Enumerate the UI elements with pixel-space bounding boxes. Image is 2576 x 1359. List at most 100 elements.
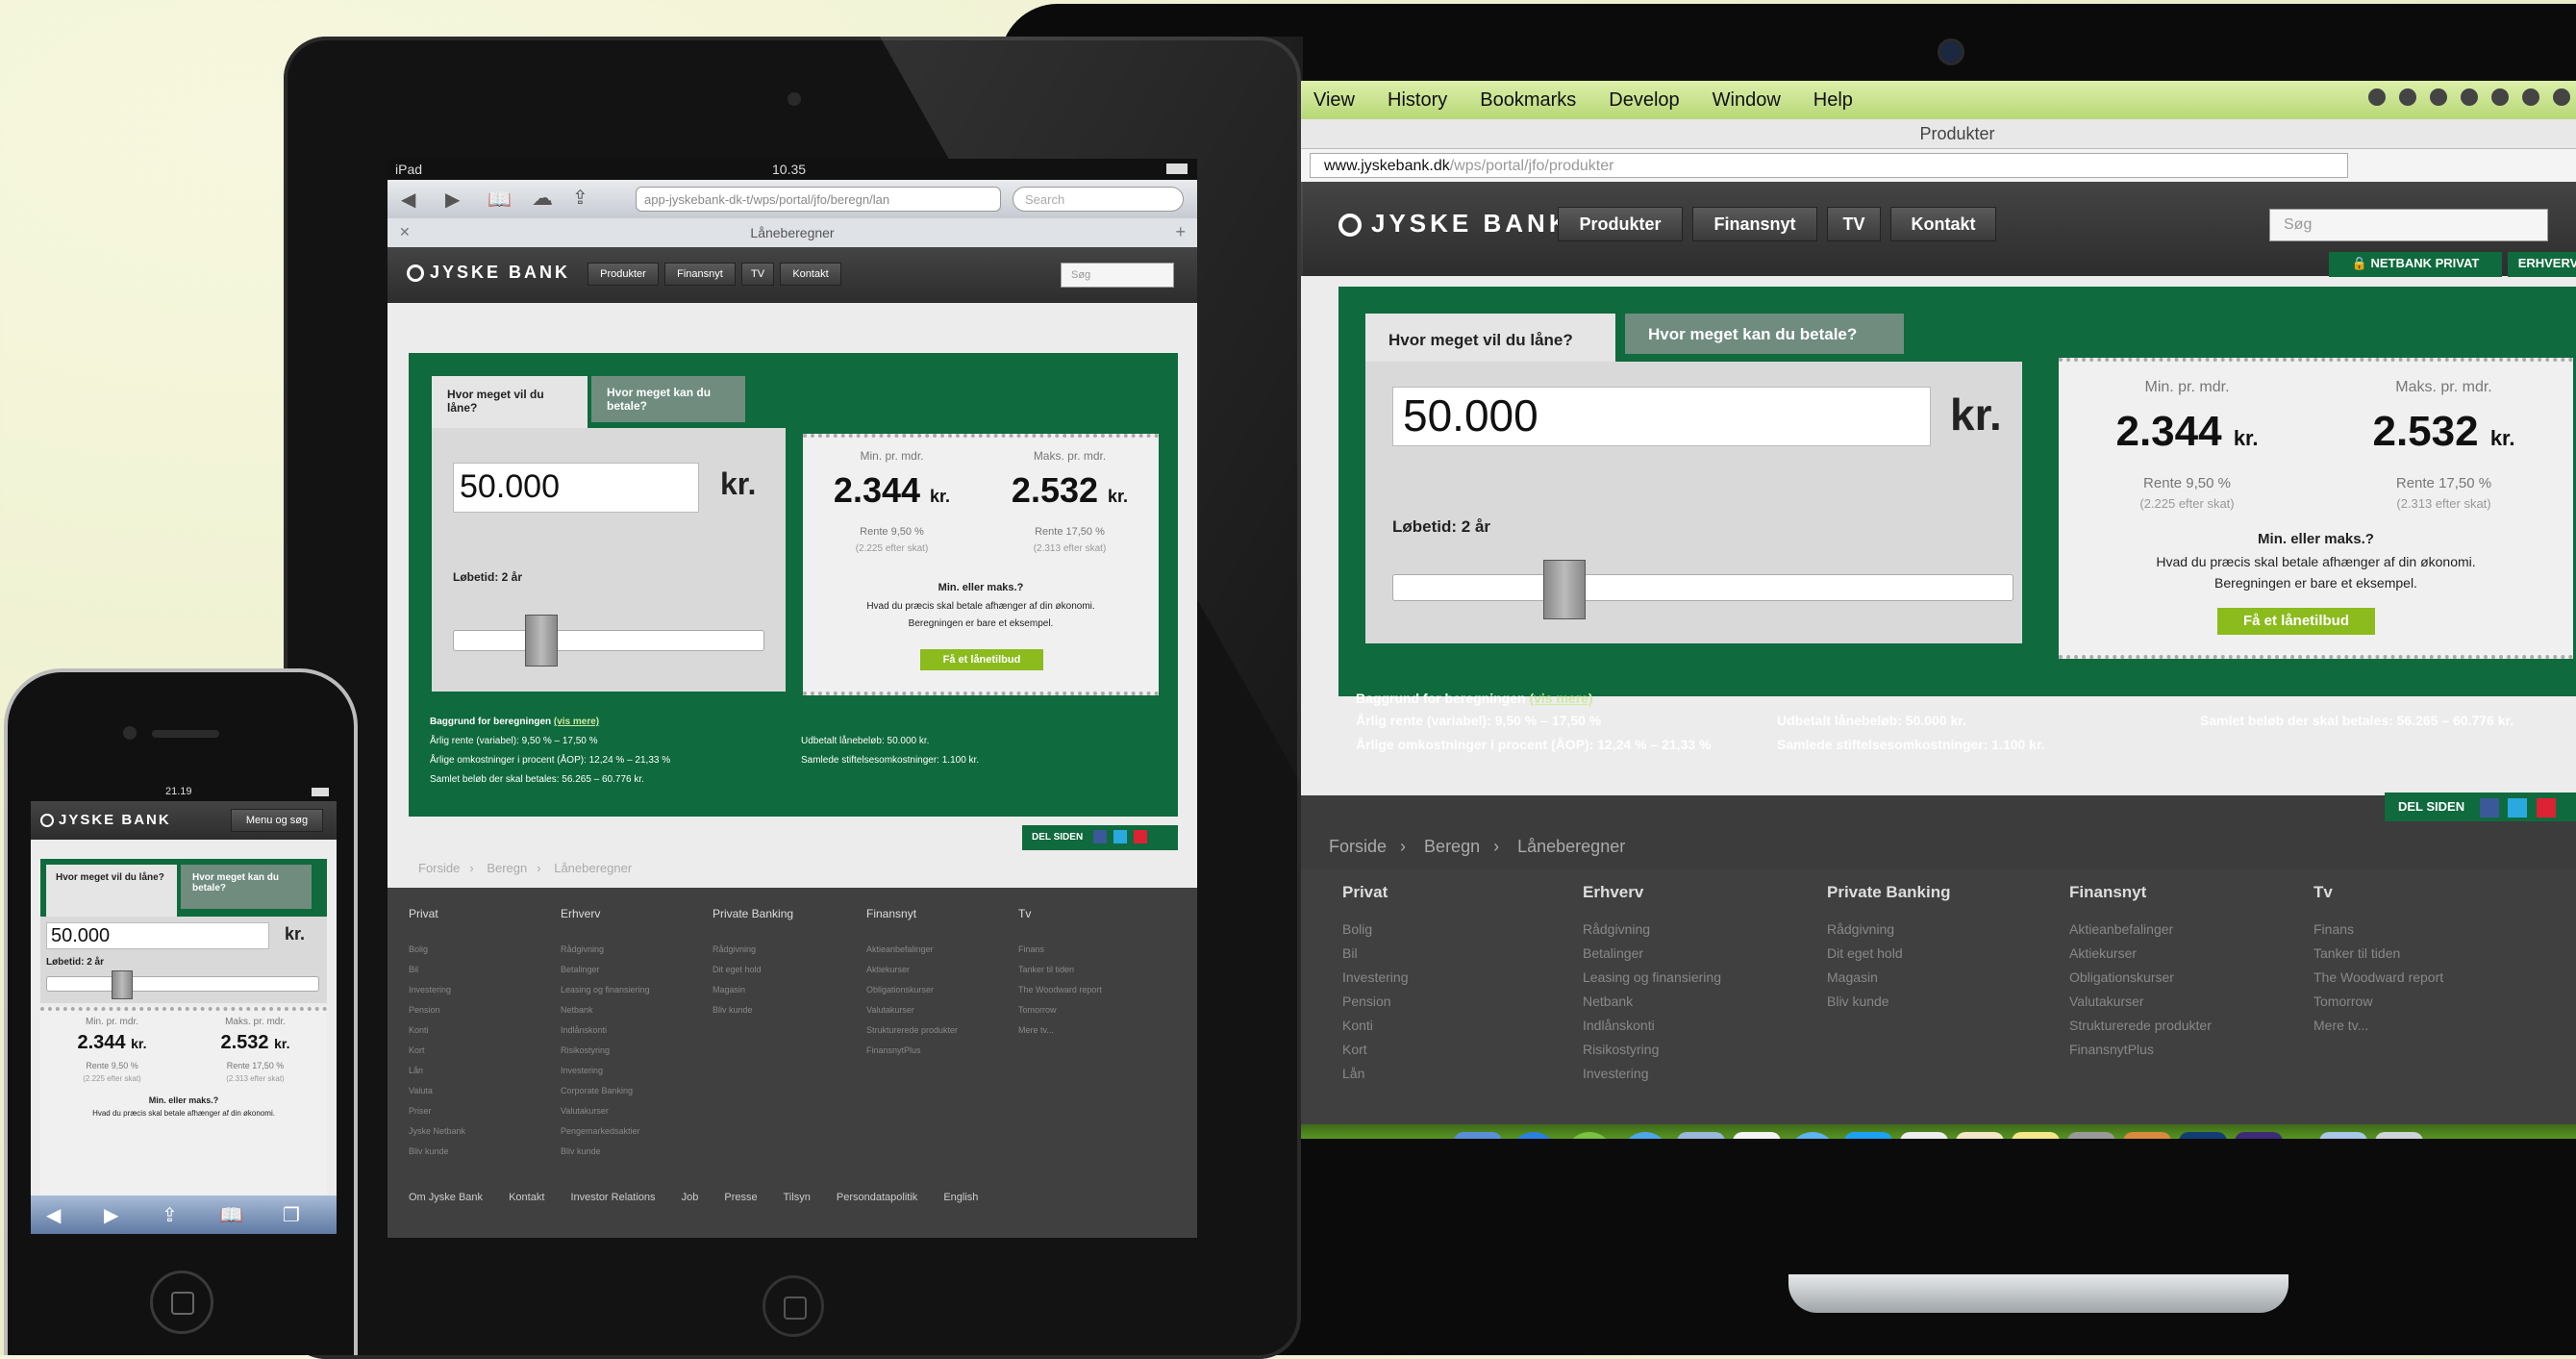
tab-how-much-borrow[interactable]: Hvor meget vil du låne? [1365, 314, 1615, 364]
menu-bookmarks[interactable]: Bookmarks [1480, 89, 1576, 112]
footer-bottom-link[interactable]: Investor Relations [570, 1192, 655, 1203]
amount-input[interactable]: 50.000 [453, 463, 699, 513]
status-icon[interactable] [2491, 88, 2509, 106]
back-icon[interactable]: ◀ [46, 1203, 61, 1227]
footer-link[interactable]: Rådgivning [561, 940, 650, 960]
pen-icon[interactable]: ✒ [2235, 1132, 2283, 1139]
footer-heading[interactable]: Tv [1018, 907, 1102, 920]
footer-link[interactable]: Bolig [1342, 918, 1408, 942]
photoshop-icon[interactable]: Ps [2179, 1132, 2227, 1139]
term-slider-thumb[interactable] [525, 615, 559, 667]
utility-icon[interactable]: ⚙ [2067, 1132, 2115, 1139]
term-slider-track[interactable] [1392, 574, 2013, 601]
breadcrumb-forside[interactable]: Forside [1329, 837, 1387, 857]
notes-icon[interactable]: ≡ [1956, 1132, 2004, 1139]
footer-link[interactable]: Corporate Banking [561, 1081, 650, 1101]
footer-link[interactable]: Pension [1342, 990, 1408, 1014]
footer-link[interactable]: Rådgivning [1827, 918, 1951, 942]
footer-link[interactable]: Risikostyring [561, 1041, 650, 1061]
term-slider-thumb[interactable] [1542, 560, 1586, 619]
footer-link[interactable]: Rådgivning [1583, 918, 1721, 942]
term-slider-thumb[interactable] [112, 970, 134, 999]
footer-link[interactable]: Bliv kunde [409, 1142, 465, 1162]
finder-icon[interactable]: ☺ [1454, 1132, 1502, 1139]
google-plus-icon[interactable] [1133, 830, 1147, 844]
footer-link[interactable]: Betalinger [561, 960, 650, 980]
footer-link[interactable]: Netbank [561, 1000, 650, 1020]
term-slider-track[interactable] [46, 976, 319, 992]
wifi-icon[interactable] [2553, 88, 2570, 106]
brand-logo[interactable]: JYSKE BANK [1338, 209, 1571, 239]
footer-link[interactable]: Leasing og finansiering [1583, 966, 1721, 990]
footer-link[interactable]: Risikostyring [1583, 1038, 1721, 1062]
brand-logo[interactable]: JYSKE BANK [407, 263, 570, 283]
facebook-icon[interactable] [2479, 797, 2499, 818]
erhverv-button[interactable]: ERHVERV [2508, 252, 2576, 277]
footer-link[interactable]: Netbank [1583, 990, 1721, 1014]
footer-link[interactable]: Strukturerede produkter [2069, 1014, 2212, 1038]
footer-link[interactable]: Dit eget hold [713, 960, 793, 980]
footer-heading[interactable]: Tv [2313, 883, 2443, 902]
twitter-icon[interactable]: t [1844, 1132, 1892, 1139]
footer-heading[interactable]: Privat [409, 907, 465, 920]
stickies-icon[interactable]: ▤ [2012, 1132, 2060, 1139]
nav-produkter[interactable]: Produkter [588, 263, 659, 286]
menu-view[interactable]: View [1313, 89, 1355, 112]
status-icon[interactable] [2522, 88, 2539, 106]
keynote-icon[interactable]: ▣ [2123, 1132, 2171, 1139]
footer-link[interactable]: Finans [2313, 918, 2443, 942]
footer-bottom-link[interactable]: Presse [724, 1192, 757, 1203]
footer-link[interactable]: Indlånskonti [561, 1020, 650, 1041]
footer-link[interactable]: FinansnytPlus [2069, 1038, 2212, 1062]
footer-link[interactable]: Finans [1018, 940, 1102, 960]
footer-link[interactable]: Pension [409, 1000, 465, 1020]
tabs-icon[interactable]: ❐ [283, 1203, 300, 1227]
footer-link[interactable]: The Woodward report [2313, 966, 2443, 990]
footer-link[interactable]: Magasin [713, 980, 793, 1000]
back-icon[interactable]: ◀ [401, 188, 415, 212]
footer-bottom-link[interactable]: Om Jyske Bank [409, 1192, 483, 1203]
footer-link[interactable]: Kort [1342, 1038, 1408, 1062]
footer-link[interactable]: Bliv kunde [713, 1000, 793, 1020]
footer-link[interactable]: Indlånskonti [1583, 1014, 1721, 1038]
footer-link[interactable]: Priser [409, 1101, 465, 1121]
footer-heading[interactable]: Privat [1342, 883, 1408, 902]
footer-link[interactable]: Aktiekurser [866, 960, 958, 980]
tab-how-much-borrow[interactable]: Hvor meget vil du låne? [46, 865, 177, 917]
forward-icon[interactable]: ▶ [445, 188, 460, 212]
footer-heading[interactable]: Private Banking [1827, 883, 1951, 902]
footer-link[interactable]: Aktieanbefalinger [866, 940, 958, 960]
footer-bottom-link[interactable]: Persondatapolitik [837, 1192, 917, 1203]
close-tab-icon[interactable]: ✕ [399, 224, 411, 240]
amount-input[interactable]: 50.000 [1392, 387, 1931, 446]
footer-link[interactable]: Bil [409, 960, 465, 980]
url-field[interactable]: www.jyskebank.dk/wps/portal/jfo/produkte… [1310, 153, 2348, 178]
footer-link[interactable]: Tanker til tiden [2313, 942, 2443, 966]
search-input[interactable]: Search [1013, 187, 1184, 212]
breadcrumb-laaneberegner[interactable]: Låneberegner [1517, 837, 1625, 857]
footer-link[interactable]: Bliv kunde [561, 1142, 650, 1162]
footer-link[interactable]: Dit eget hold [1827, 942, 1951, 966]
footer-link[interactable]: Konti [409, 1020, 465, 1041]
footer-link[interactable]: Bolig [409, 940, 465, 960]
share-icon[interactable]: ⇪ [572, 186, 588, 210]
tab-how-much-borrow[interactable]: Hvor meget vil du låne? [432, 376, 588, 430]
netbank-privat-button[interactable]: 🔒 NETBANK PRIVAT [2329, 252, 2502, 277]
nav-finansnyt[interactable]: Finansnyt [664, 263, 736, 286]
menu-and-search-button[interactable]: Menu og søg [231, 809, 323, 832]
footer-link[interactable]: Mere tv... [2313, 1014, 2443, 1038]
footer-link[interactable]: Aktieanbefalinger [2069, 918, 2212, 942]
folder-icon[interactable]: ▭ [2319, 1132, 2367, 1139]
footer-link[interactable]: Mere tv... [1018, 1020, 1102, 1041]
footer-bottom-link[interactable]: English [943, 1192, 978, 1203]
nav-kontakt[interactable]: Kontakt [1890, 207, 1996, 241]
textedit-icon[interactable]: ✎ [1900, 1132, 1948, 1139]
footer-heading[interactable]: Erhverv [1583, 883, 1721, 902]
nav-kontakt[interactable]: Kontakt [780, 263, 841, 286]
footer-heading[interactable]: Finansnyt [2069, 883, 2212, 902]
preview-icon[interactable]: ✈ [1677, 1132, 1725, 1139]
tab-how-much-pay[interactable]: Hvor meget kan du betale? [591, 376, 745, 422]
menu-window[interactable]: Window [1713, 89, 1781, 112]
tab-how-much-pay[interactable]: Hvor meget kan du betale? [181, 865, 312, 909]
breadcrumb-beregn[interactable]: Beregn [1424, 837, 1480, 857]
